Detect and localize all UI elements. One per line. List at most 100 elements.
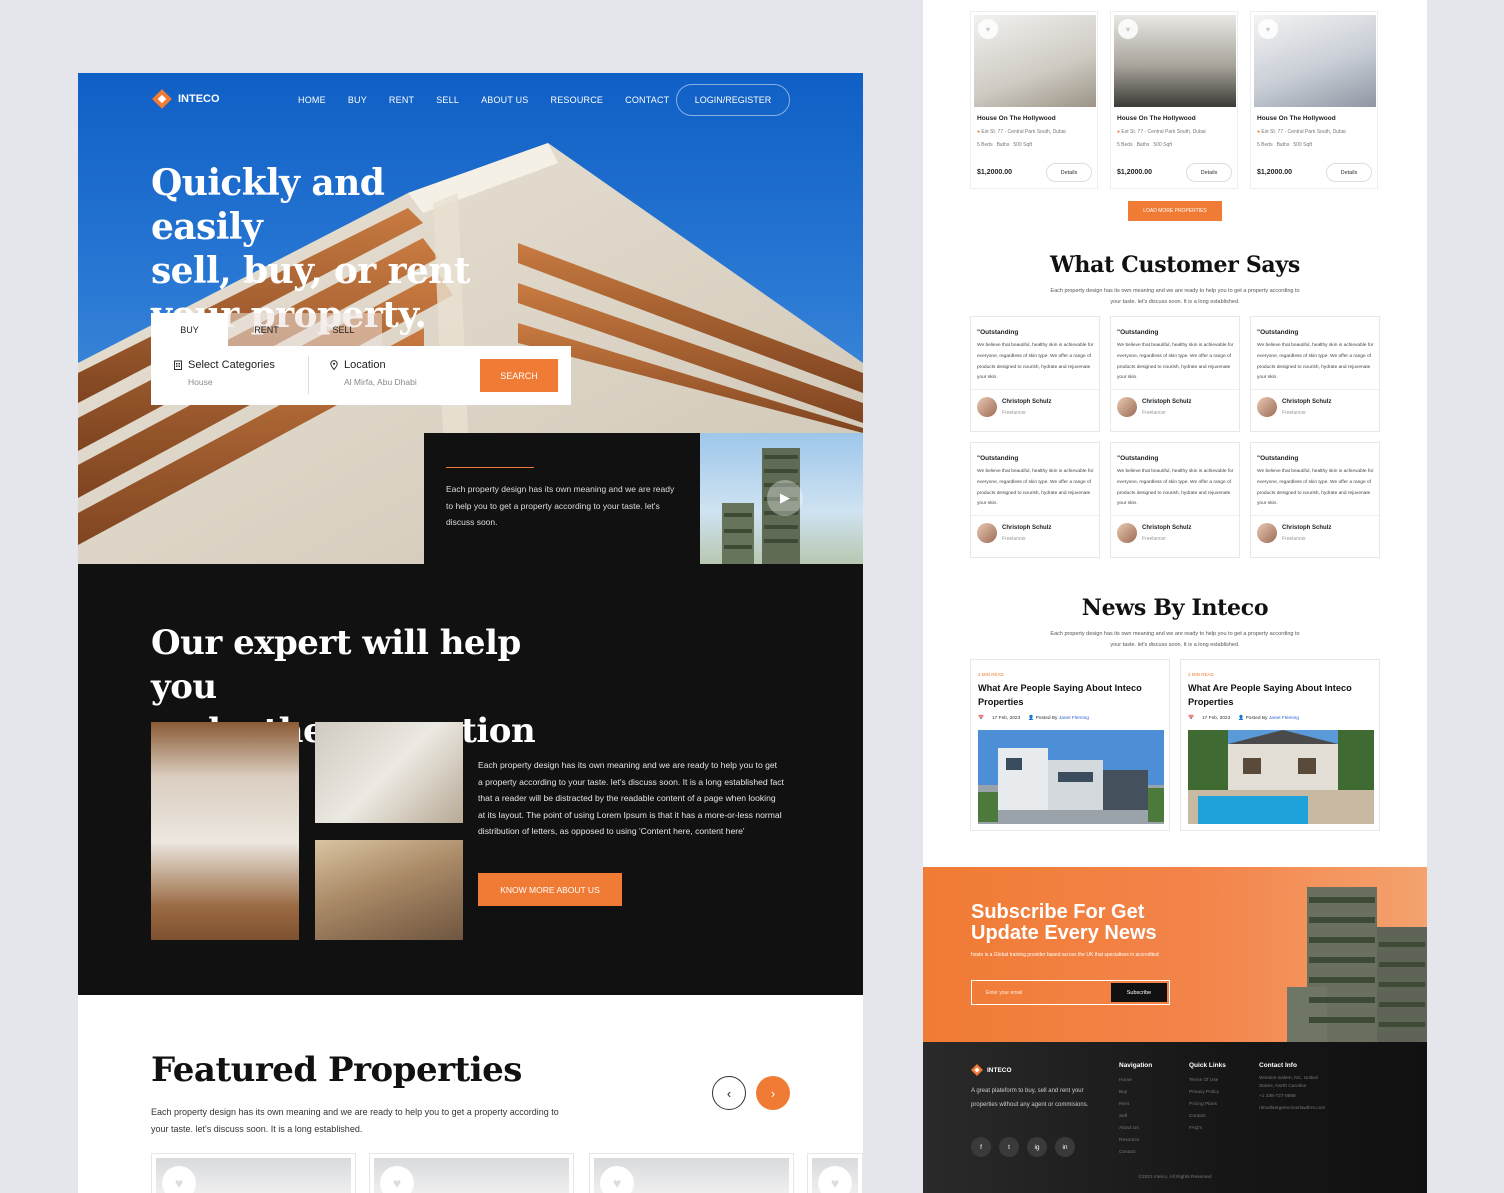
- property-address-text: Est St. 77 - Central Park South, Dubai: [1121, 129, 1206, 135]
- details-button[interactable]: Details: [1326, 163, 1372, 182]
- nav-sell[interactable]: SELL: [436, 95, 459, 105]
- heart-icon[interactable]: ♥: [600, 1166, 634, 1193]
- news-author[interactable]: Janet Fleming: [1269, 716, 1299, 721]
- calendar-icon: 📅: [978, 716, 984, 721]
- property-meta: 5 Beds Baths 500 Sqft: [1257, 142, 1312, 148]
- news-meta: 📅 17 Feb, 2023 👤 Posted By Janet Fleming: [978, 716, 1089, 721]
- featured-card[interactable]: ♥: [589, 1153, 794, 1193]
- news-headline[interactable]: What Are People Saying About Inteco Prop…: [1188, 682, 1368, 709]
- nav-about-us[interactable]: ABOUT US: [481, 95, 528, 105]
- footer-link[interactable]: Rent: [1119, 1099, 1152, 1111]
- contact-phone[interactable]: +1 336-727-0888: [1259, 1091, 1369, 1103]
- testimonial-card: "Outstanding We believe that beautiful, …: [1110, 316, 1240, 432]
- login-register-button[interactable]: LOGIN/REGISTER: [676, 84, 790, 116]
- nav-home[interactable]: HOME: [298, 95, 326, 105]
- area: 500 Sqft: [1293, 142, 1313, 148]
- news-card[interactable]: 2 MIN READ What Are People Saying About …: [1180, 659, 1380, 831]
- calendar-icon: 📅: [1188, 716, 1194, 721]
- chevron-right-icon[interactable]: ›: [756, 1076, 790, 1110]
- renovation-text: Each property design has its own meaning…: [478, 760, 784, 836]
- subscribe-button[interactable]: Subscribe: [1111, 983, 1167, 1002]
- know-more-button[interactable]: KNOW MORE ABOUT US: [478, 873, 622, 906]
- heart-icon[interactable]: ♥: [1118, 19, 1138, 39]
- footer-link[interactable]: Resource: [1119, 1135, 1152, 1147]
- details-button[interactable]: Details: [1046, 163, 1092, 182]
- lounge-photo: [315, 840, 463, 940]
- nav-resource[interactable]: RESOURCE: [551, 95, 604, 105]
- twitter-icon[interactable]: t: [999, 1137, 1019, 1157]
- divider: [971, 389, 1099, 390]
- heart-icon[interactable]: ♥: [380, 1166, 414, 1193]
- linkedin-icon[interactable]: in: [1055, 1137, 1075, 1157]
- location-select[interactable]: Location Al Mirfa, Abu Dhabi: [329, 359, 417, 387]
- logo[interactable]: INTECO: [152, 89, 220, 109]
- posted-by-label: Posted By: [1035, 716, 1058, 721]
- featured-card[interactable]: ♥: [369, 1153, 574, 1193]
- news-author[interactable]: Janet Fleming: [1059, 716, 1089, 721]
- sofa-photo: [315, 722, 463, 823]
- heart-icon[interactable]: ♥: [978, 19, 998, 39]
- testimonials-subtitle: Each property design has its own meaning…: [1050, 288, 1300, 305]
- search-button[interactable]: SEARCH: [480, 359, 558, 392]
- divider: [1111, 389, 1239, 390]
- news-headline[interactable]: What Are People Saying About Inteco Prop…: [978, 682, 1158, 709]
- subscribe-title: Subscribe For Get Update Every News: [971, 902, 1157, 944]
- nav-rent[interactable]: RENT: [389, 95, 414, 105]
- hero-title: Quickly and easily sell, buy, or rent yo…: [151, 161, 491, 337]
- footer-link[interactable]: Contact: [1119, 1147, 1152, 1159]
- nav-buy[interactable]: BUY: [348, 95, 367, 105]
- property-address-text: Est St. 77 - Central Park South, Dubai: [1261, 129, 1346, 135]
- contact-email[interactable]: ritmalloergemcriverlawfirm.com: [1259, 1103, 1369, 1115]
- nav-contact[interactable]: CONTACT: [625, 95, 669, 105]
- heart-icon[interactable]: ♥: [1258, 19, 1278, 39]
- landing-page-continued: ♥ House On The Hollywood ● Est St. 77 - …: [923, 0, 1427, 1193]
- green-tower-photo: [1287, 887, 1427, 1042]
- details-button[interactable]: Details: [1186, 163, 1232, 182]
- facebook-icon[interactable]: f: [971, 1137, 991, 1157]
- logo-diamond-icon: [971, 1064, 983, 1076]
- chevron-left-icon[interactable]: ‹: [712, 1076, 746, 1110]
- reviewer-role: Freelancer: [1142, 536, 1166, 542]
- instagram-icon[interactable]: ig: [1027, 1137, 1047, 1157]
- contact-address: Winston-Salem, NC, United: [1259, 1076, 1318, 1081]
- footer-link[interactable]: Privacy Policy: [1189, 1087, 1226, 1099]
- tab-buy[interactable]: BUY: [151, 313, 228, 346]
- property-card[interactable]: ♥ House On The Hollywood ● Est St. 77 - …: [970, 11, 1098, 189]
- load-more-button[interactable]: LOAD MORE PROPERTIES: [1128, 201, 1222, 221]
- posted-by-label: Posted By: [1245, 716, 1268, 721]
- testimonial-quote: "Outstanding: [977, 455, 1019, 462]
- footer-logo[interactable]: INTECO: [971, 1064, 1012, 1076]
- footer-column-title: Quick Links: [1189, 1062, 1226, 1069]
- footer-column-title: Navigation: [1119, 1062, 1153, 1069]
- featured-text: Each property design has its own meaning…: [151, 1107, 559, 1134]
- news-title: News By Inteco: [1081, 595, 1269, 621]
- news-card[interactable]: 2 MIN READ What Are People Saying About …: [970, 659, 1170, 831]
- footer-link[interactable]: Buy: [1119, 1087, 1152, 1099]
- heart-icon[interactable]: ♥: [818, 1166, 852, 1193]
- category-select[interactable]: Select Categories House: [173, 359, 275, 387]
- featured-card[interactable]: ♥: [151, 1153, 356, 1193]
- footer-link[interactable]: About Us: [1119, 1123, 1152, 1135]
- footer-link[interactable]: Terms Of Use: [1189, 1075, 1226, 1087]
- read-time: 2 MIN READ: [978, 672, 1004, 677]
- property-card[interactable]: ♥ House On The Hollywood ● Est St. 77 - …: [1250, 11, 1378, 189]
- video-thumbnail[interactable]: ▶: [700, 433, 863, 564]
- reviewer-name: Christoph Schulz: [1002, 399, 1052, 405]
- reviewer-name: Christoph Schulz: [1282, 399, 1332, 405]
- play-icon[interactable]: ▶: [767, 480, 803, 516]
- footer-link[interactable]: Pricing Plans: [1189, 1099, 1226, 1111]
- reviewer-name: Christoph Schulz: [1142, 525, 1192, 531]
- field-divider: [308, 356, 309, 394]
- footer-link[interactable]: FAQ's: [1189, 1123, 1226, 1135]
- footer-link[interactable]: Contact: [1189, 1111, 1226, 1123]
- search-tabs: BUY RENT SELL: [151, 313, 382, 346]
- email-input[interactable]: Enter your email: [972, 981, 1109, 1004]
- subscribe-form: Enter your email Subscribe: [971, 980, 1170, 1005]
- footer-link[interactable]: Sell: [1119, 1111, 1152, 1123]
- tab-rent[interactable]: RENT: [228, 313, 305, 346]
- heart-icon[interactable]: ♥: [162, 1166, 196, 1193]
- featured-card[interactable]: ♥: [807, 1153, 863, 1193]
- property-card[interactable]: ♥ House On The Hollywood ● Est St. 77 - …: [1110, 11, 1238, 189]
- footer-link[interactable]: Home: [1119, 1075, 1152, 1087]
- tab-sell[interactable]: SELL: [305, 313, 382, 346]
